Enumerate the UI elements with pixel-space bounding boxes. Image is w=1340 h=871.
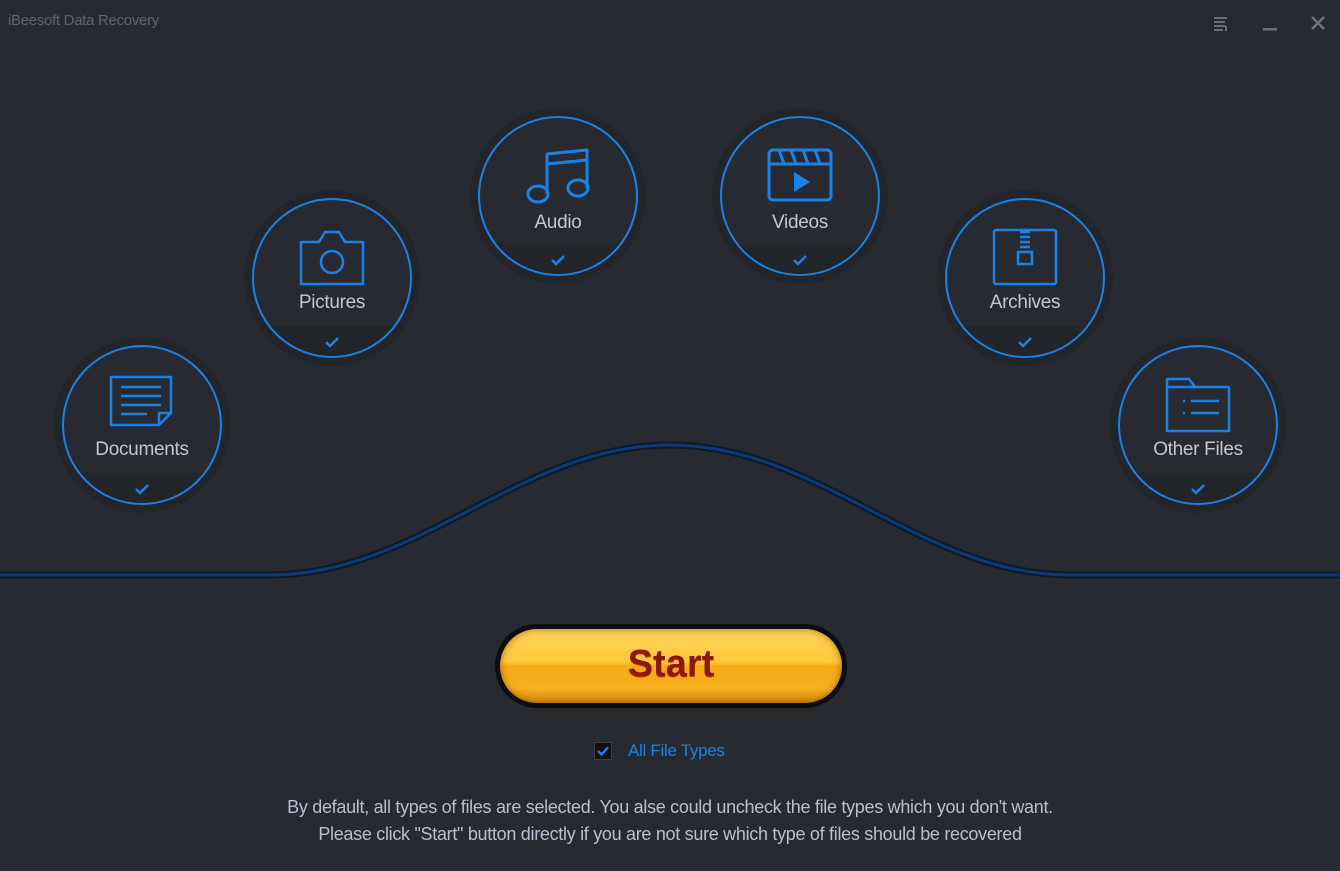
description-line-1: By default, all types of files are selec…	[287, 797, 1053, 817]
checkbox[interactable]	[594, 742, 612, 760]
description-text: By default, all types of files are selec…	[0, 794, 1340, 848]
category-ring: Pictures	[252, 198, 412, 358]
start-button[interactable]: Start	[495, 624, 847, 708]
category-ring: Audio	[478, 116, 638, 276]
start-button-face: Start	[500, 629, 842, 703]
category-label: Audio	[534, 212, 582, 233]
category-label: Documents	[95, 439, 189, 460]
category-label: Other Files	[1153, 439, 1243, 460]
document-icon	[109, 375, 173, 427]
category-ring: Archives	[945, 198, 1105, 358]
folder-list-icon	[1165, 377, 1231, 433]
checkmark-icon	[597, 746, 609, 756]
video-clapper-icon	[767, 148, 833, 202]
zip-archive-icon	[992, 228, 1058, 286]
category-videos[interactable]: Videos	[712, 108, 888, 284]
category-audio[interactable]: Audio	[470, 108, 646, 284]
checkmark-icon	[325, 337, 339, 348]
all-file-types-label[interactable]: All File Types	[628, 741, 725, 761]
category-ring: Documents	[62, 345, 222, 505]
description-line-2: Please click "Start" button directly if …	[318, 824, 1022, 844]
camera-icon	[299, 230, 365, 286]
start-button-label: Start	[627, 643, 715, 685]
category-ring: Videos	[720, 116, 880, 276]
category-pictures[interactable]: Pictures	[244, 190, 420, 366]
checkmark-icon	[793, 255, 807, 266]
checkmark-icon	[135, 484, 149, 495]
category-other-files[interactable]: Other Files	[1110, 337, 1286, 513]
category-documents[interactable]: Documents	[54, 337, 230, 513]
checkmark-icon	[1191, 484, 1205, 495]
checkmark-icon	[551, 255, 565, 266]
all-file-types-checkbox[interactable]: All File Types	[594, 741, 725, 761]
category-label: Videos	[772, 212, 828, 233]
music-note-icon	[526, 148, 590, 204]
checkmark-icon	[1018, 337, 1032, 348]
category-archives[interactable]: Archives	[937, 190, 1113, 366]
category-ring: Other Files	[1118, 345, 1278, 505]
category-label: Archives	[989, 292, 1061, 313]
category-label: Pictures	[298, 292, 366, 313]
